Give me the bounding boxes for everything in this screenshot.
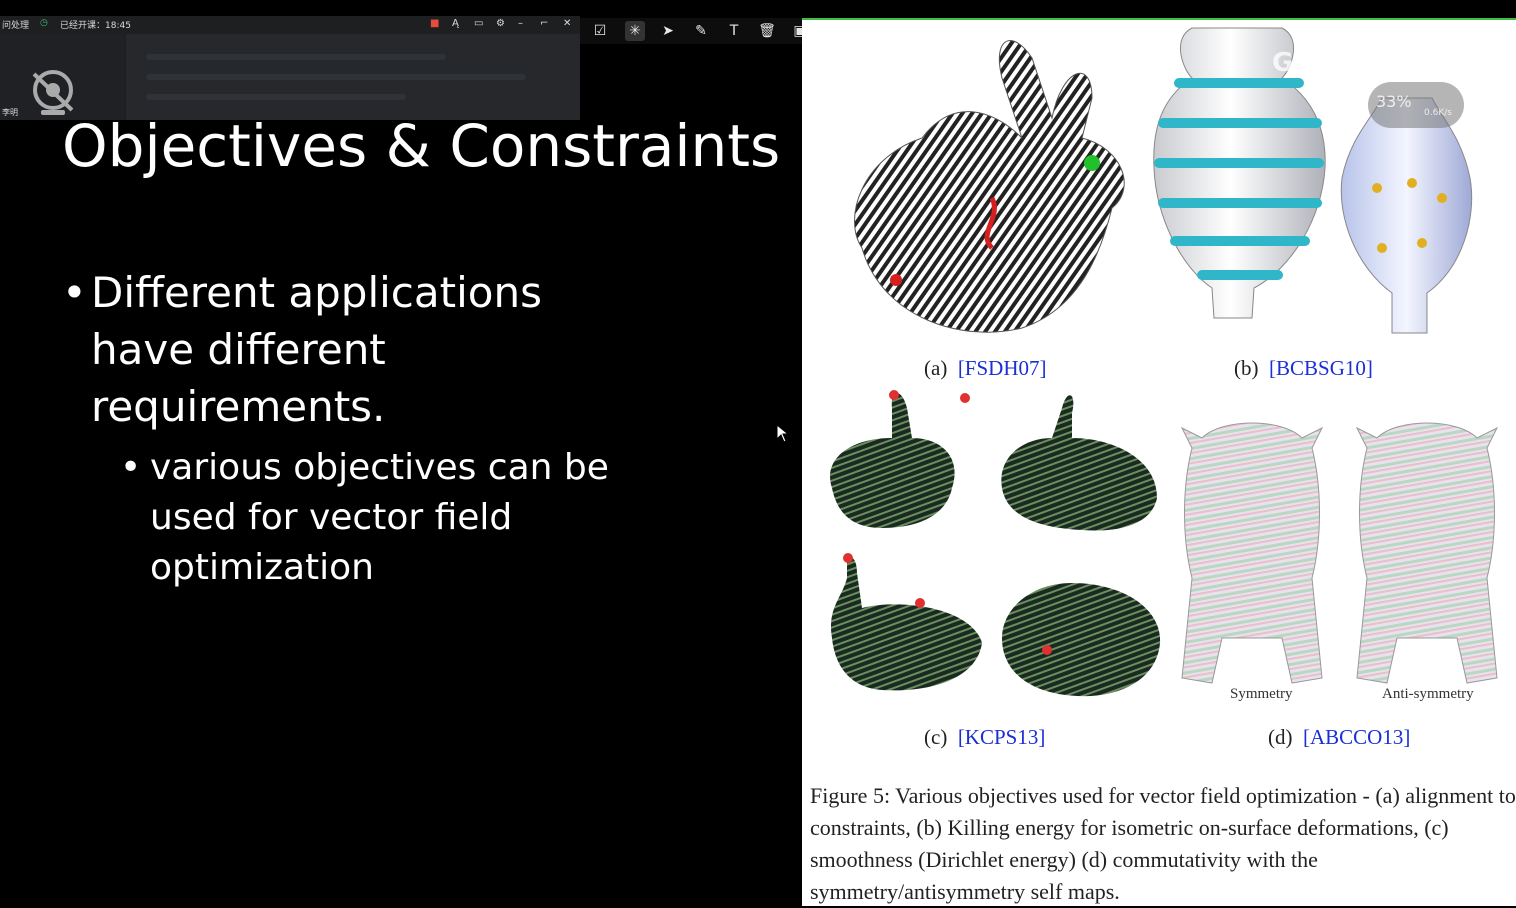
bullet-1-text: Different applications have different re… bbox=[91, 268, 542, 431]
bullet-dot-icon: • bbox=[120, 447, 142, 488]
ref-link-fsdh07[interactable]: [FSDH07] bbox=[958, 356, 1047, 380]
caption-d-label: (d) bbox=[1268, 725, 1293, 749]
window-icon[interactable]: ▭ bbox=[474, 18, 483, 29]
class-status-text: 已经开课：18:45 bbox=[60, 21, 131, 31]
caption-c-label: (c) bbox=[924, 725, 948, 749]
bunny-smoothness-images bbox=[830, 390, 1161, 697]
ref-link-abcco13[interactable]: [ABCCO13] bbox=[1303, 725, 1410, 749]
caption-a: (a) [FSDH07] bbox=[924, 356, 1047, 381]
panel-border bbox=[802, 18, 1516, 20]
bullet-2-text: various objectives can be used for vecto… bbox=[150, 447, 609, 588]
paper-figure-panel: (a) [FSDH07] (b) [BCBSG10] Symmetry Anti… bbox=[802, 18, 1516, 906]
blurred-video bbox=[126, 34, 580, 120]
settings-icon[interactable]: ⚙ bbox=[496, 18, 505, 29]
bullet-dot-icon: • bbox=[62, 268, 87, 317]
camera-off-icon bbox=[32, 70, 74, 115]
ref-link-bcbsg10[interactable]: [BCBSG10] bbox=[1269, 356, 1373, 380]
pointer-plus-icon[interactable]: ➤ bbox=[658, 21, 678, 41]
meeting-status-bar: 问处理 ◷ 已经开课：18:45 ■ Ą ▭ ⚙ – ⌐ ✕ bbox=[0, 16, 580, 32]
record-icon[interactable]: ■ bbox=[430, 18, 439, 29]
meeting-overlay: 问处理 ◷ 已经开课：18:45 ■ Ą ▭ ⚙ – ⌐ ✕ 李明 bbox=[0, 16, 580, 120]
close-meeting-icon[interactable]: ✕ bbox=[563, 18, 571, 29]
clock-icon: ◷ bbox=[40, 18, 48, 28]
player-logo: GOL-F bbox=[1272, 48, 1361, 78]
caption-c: (c) [KCPS13] bbox=[924, 725, 1045, 750]
figure-caption: Figure 5: Various objectives used for ve… bbox=[810, 783, 1516, 904]
vase-floral-image bbox=[1340, 97, 1473, 334]
caption-d: (d) [ABCCO13] bbox=[1268, 725, 1410, 750]
resize-icon[interactable]: ⌐ bbox=[540, 18, 548, 29]
caption-b: (b) [BCBSG10] bbox=[1234, 356, 1373, 381]
eraser-icon[interactable]: 🗑︎ bbox=[757, 21, 777, 41]
select-box-icon[interactable]: ☑ bbox=[590, 21, 610, 41]
laser-pointer-icon[interactable]: ✳ bbox=[625, 21, 645, 41]
text-tool-icon[interactable]: T bbox=[724, 21, 744, 41]
participant-name: 李明 bbox=[2, 108, 18, 117]
pen-icon[interactable]: ✎ bbox=[691, 21, 711, 41]
antisymmetry-label: Anti-symmetry bbox=[1382, 686, 1474, 702]
slide-title: Objectives & Constraints bbox=[62, 112, 781, 180]
cpu-percent: 33% bbox=[1376, 92, 1412, 111]
minimize-icon[interactable]: – bbox=[518, 18, 523, 29]
network-rate: 0.6K/s bbox=[1424, 108, 1452, 118]
font-icon[interactable]: Ą bbox=[452, 18, 459, 29]
bunny-zebra-image bbox=[854, 40, 1125, 333]
caption-b-label: (b) bbox=[1234, 356, 1259, 380]
status-left-text: 问处理 bbox=[2, 21, 30, 31]
speed-indicator: 33% 0.6K/s bbox=[1368, 82, 1464, 128]
cow-symmetry-image bbox=[1180, 422, 1324, 684]
ref-link-kcps13[interactable]: [KCPS13] bbox=[958, 725, 1046, 749]
figure-images bbox=[830, 27, 1499, 697]
mouse-cursor-icon bbox=[776, 424, 790, 443]
cow-antisymmetry-image bbox=[1355, 422, 1499, 684]
symmetry-label: Symmetry bbox=[1230, 686, 1293, 702]
camera-tile[interactable]: 李明 bbox=[0, 34, 124, 120]
caption-a-label: (a) bbox=[924, 356, 948, 380]
